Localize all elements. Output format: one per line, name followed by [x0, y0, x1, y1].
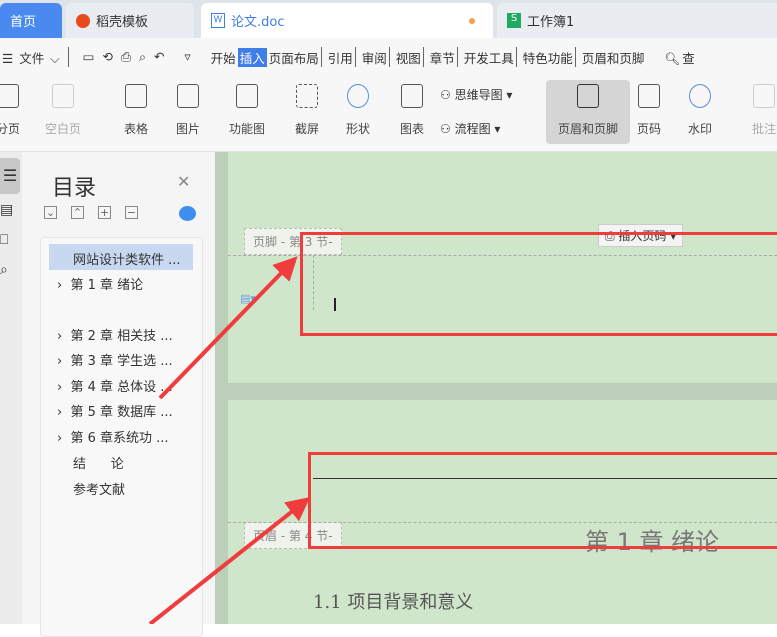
- annotation-arrows: [148, 256, 311, 624]
- arrow: [148, 497, 311, 624]
- arrow: [158, 256, 298, 400]
